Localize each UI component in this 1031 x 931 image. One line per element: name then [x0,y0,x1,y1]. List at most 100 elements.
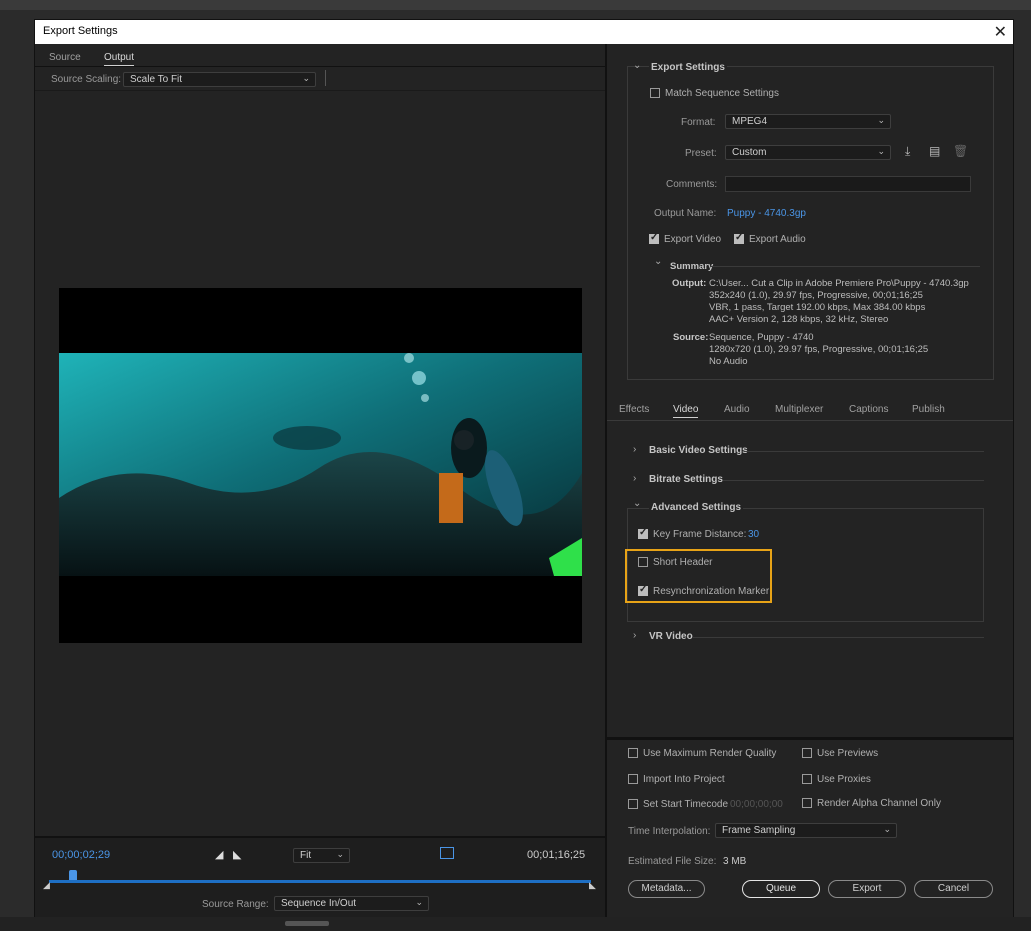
summary-output-label: Output: [672,278,707,289]
summary-source: Sequence, Puppy - 4740 1280x720 (1.0), 2… [709,332,928,368]
timeline-area: 00;00;02;29 ◢ ◣ Fit ⌄ 00;01;16;25 ◢ ◣ So… [35,836,605,920]
dialog-titlebar: Export Settings ✕ [35,20,1013,44]
export-video-checkbox[interactable] [649,232,659,244]
use-max-render-quality-checkbox[interactable] [628,748,638,758]
set-start-timecode-checkbox[interactable] [628,799,638,809]
summary-header[interactable]: Summary [670,261,713,272]
tab-captions[interactable]: Captions [849,404,888,415]
settings-panel: ⌄ Export Settings Match Sequence Setting… [607,44,1013,918]
cancel-button[interactable]: Cancel [914,880,993,898]
comments-input[interactable] [725,176,971,192]
estimated-file-size-label: Estimated File Size: [628,856,717,867]
use-proxies-label[interactable]: Use Proxies [817,774,871,785]
format-select[interactable]: MPEG4 ⌄ [725,114,891,129]
set-in-point-icon[interactable]: ◢ [215,848,223,861]
export-settings-header[interactable]: Export Settings [649,62,727,73]
bitrate-settings-header[interactable]: Bitrate Settings [649,474,723,485]
queue-button[interactable]: Queue [742,880,820,898]
tab-multiplexer[interactable]: Multiplexer [775,404,823,415]
output-name-link[interactable]: Puppy - 4740.3gp [727,208,806,219]
export-settings-dialog: Export Settings ✕ Source Output Source S… [34,19,1014,920]
in-point-marker-icon[interactable]: ◢ [43,880,50,891]
chevron-right-icon[interactable]: › [633,473,636,484]
summary-source-label: Source: [673,332,709,343]
source-scaling-label: Source Scaling: [51,74,122,85]
advanced-settings-header[interactable]: Advanced Settings [649,502,744,513]
render-alpha-only-checkbox[interactable] [802,798,812,808]
tab-output[interactable]: Output [104,52,135,66]
chevron-right-icon[interactable]: › [633,444,636,455]
vr-video-header[interactable]: VR Video [649,631,693,642]
source-range-label: Source Range: [202,899,269,910]
chevron-down-icon: ⌄ [302,73,310,83]
import-preset-icon[interactable]: ▤ [929,144,940,158]
export-video-label[interactable]: Export Video [664,234,721,245]
chevron-down-icon[interactable]: ⌄ [654,256,662,267]
out-point-marker-icon[interactable]: ◣ [589,880,596,891]
summary-output-line: AAC+ Version 2, 128 kbps, 32 kHz, Stereo [709,314,889,325]
use-previews-label[interactable]: Use Previews [817,748,878,759]
dialog-title: Export Settings [43,25,118,37]
basic-video-settings-header[interactable]: Basic Video Settings [649,445,748,456]
tab-source[interactable]: Source [49,52,81,63]
preset-select[interactable]: Custom ⌄ [725,145,891,160]
app-top-strip [0,0,1031,10]
resync-marker-label[interactable]: Resynchronization Marker [653,586,769,597]
key-frame-distance-label[interactable]: Key Frame Distance: [653,529,746,540]
use-proxies-checkbox[interactable] [802,774,812,784]
use-max-render-quality-label[interactable]: Use Maximum Render Quality [643,748,776,759]
end-timecode: 00;01;16;25 [527,849,586,861]
delete-preset-icon[interactable]: 🗑 [953,144,968,158]
export-audio-checkbox[interactable] [734,232,744,244]
set-out-point-icon[interactable]: ◣ [233,848,241,861]
video-preview[interactable] [59,288,582,643]
time-interpolation-select[interactable]: Frame Sampling ⌄ [715,823,897,838]
chevron-down-icon[interactable]: ⌄ [633,60,641,71]
import-into-project-checkbox[interactable] [628,774,638,784]
summary-output: C:\User... Cut a Clip in Adobe Premiere … [709,278,969,326]
key-frame-distance-value[interactable]: 30 [748,529,759,540]
set-start-timecode-label[interactable]: Set Start Timecode [643,799,728,810]
chevron-down-icon: ⌄ [415,897,423,907]
render-alpha-only-label[interactable]: Render Alpha Channel Only [817,798,941,809]
comments-label: Comments: [666,179,718,190]
tab-publish[interactable]: Publish [912,404,945,415]
source-range-select[interactable]: Sequence In/Out ⌄ [274,896,429,911]
output-name-label: Output Name: [654,208,717,219]
chevron-down-icon: ⌄ [877,115,885,125]
start-timecode-value: 00;00;00;00 [730,799,783,810]
preset-label: Preset: [685,148,717,159]
preview-frame [59,353,582,576]
fit-value: Fit [300,850,312,861]
metadata-button[interactable]: Metadata... [628,880,705,898]
estimated-file-size-value: 3 MB [723,856,747,867]
close-icon[interactable]: ✕ [994,22,1007,42]
use-previews-checkbox[interactable] [802,748,812,758]
chevron-down-icon: ⌄ [336,849,344,859]
timeline-bar[interactable] [49,880,591,883]
short-header-checkbox[interactable] [638,557,648,567]
fit-select[interactable]: Fit ⌄ [293,848,350,863]
tab-effects[interactable]: Effects [619,404,649,415]
export-button[interactable]: Export [828,880,906,898]
match-sequence-label[interactable]: Match Sequence Settings [665,88,779,99]
match-sequence-checkbox[interactable] [650,88,660,98]
preview-panel: Source Output Source Scaling: Scale To F… [35,44,605,920]
chevron-down-icon[interactable]: ⌄ [633,498,641,509]
summary-output-line: 352x240 (1.0), 29.97 fps, Progressive, 0… [709,290,923,301]
source-scaling-select[interactable]: Scale To Fit ⌄ [123,72,316,87]
tab-audio[interactable]: Audio [724,404,750,415]
short-header-label[interactable]: Short Header [653,557,712,568]
key-frame-distance-checkbox[interactable] [638,527,648,539]
source-range-value: Sequence In/Out [281,898,357,909]
import-into-project-label[interactable]: Import Into Project [643,774,725,785]
playhead-handle[interactable] [69,870,78,880]
current-timecode[interactable]: 00;00;02;29 [52,849,110,861]
chevron-right-icon[interactable]: › [633,630,636,641]
tab-video[interactable]: Video [673,404,699,418]
export-audio-label[interactable]: Export Audio [749,234,806,245]
aspect-ratio-icon[interactable] [440,847,454,859]
horizontal-scrollbar-thumb[interactable] [285,921,329,926]
save-preset-icon[interactable]: ⤓ [905,144,910,159]
resync-marker-checkbox[interactable] [638,584,648,596]
